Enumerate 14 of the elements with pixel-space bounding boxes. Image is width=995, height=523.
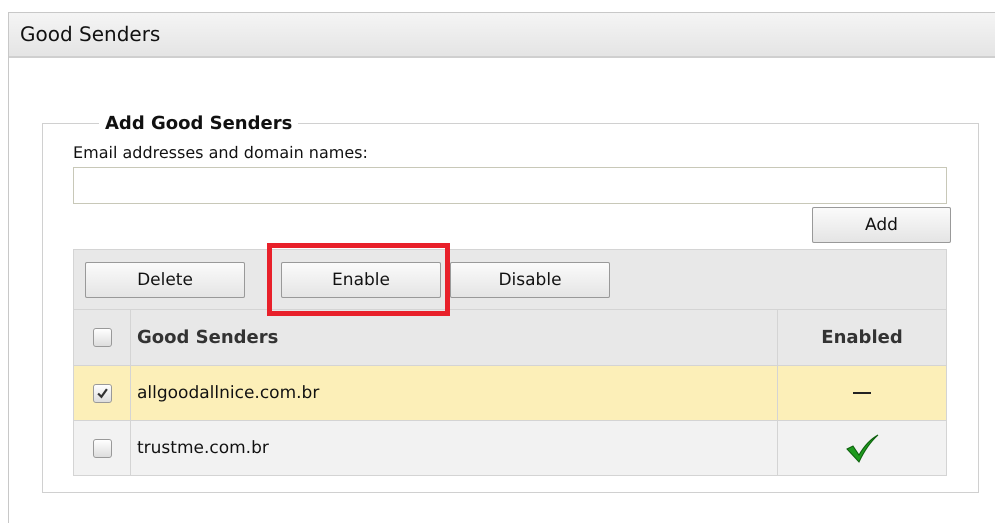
add-button[interactable]: Add: [812, 207, 951, 243]
toolbar-button[interactable]: Enable: [281, 262, 441, 298]
input-field[interactable]: [73, 167, 947, 204]
panel-title: Good Senders: [9, 13, 995, 58]
column-header: Enabled: [820, 326, 904, 350]
table-cell: trustme.com.br: [131, 421, 778, 475]
row-checkbox[interactable]: [92, 384, 112, 402]
select-all-checkbox[interactable]: [92, 328, 112, 347]
group-title: Add Good Senders: [104, 113, 294, 134]
toolbar-button[interactable]: Delete: [85, 262, 245, 298]
toolbar-button[interactable]: Disable: [450, 262, 610, 298]
tick-icon: [96, 388, 108, 398]
row-checkbox[interactable]: [92, 438, 112, 458]
field-label: Email addresses and domain names:: [73, 143, 369, 162]
